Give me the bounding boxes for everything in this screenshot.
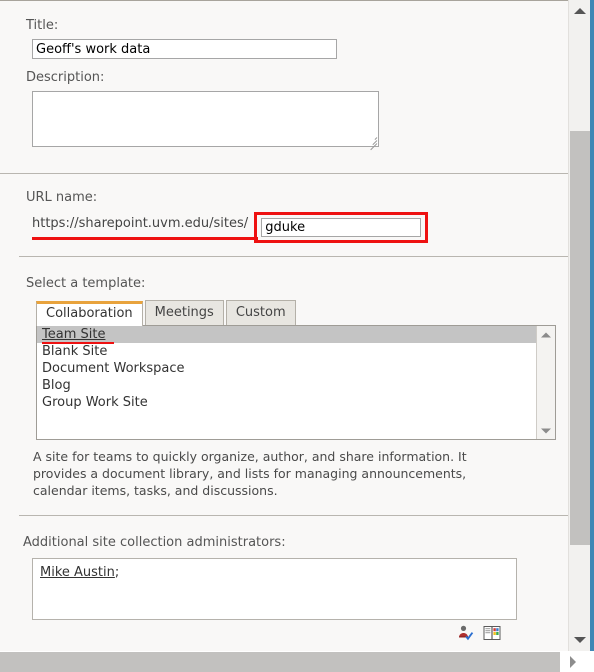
list-item-label: Group Work Site [42,395,148,410]
url-label: URL name: [26,190,98,205]
address-book-icon[interactable] [483,624,501,642]
title-description-section: Title: Description: [0,1,568,173]
description-label: Description: [26,70,105,85]
administrators-input[interactable]: Mike Austin; [32,558,517,620]
url-name-input[interactable] [261,218,422,237]
scroll-right-arrow-icon[interactable] [562,652,584,672]
select-template-label: Select a template: [26,276,146,291]
url-section: URL name: https://sharepoint.uvm.edu/sit… [0,174,568,256]
url-row: https://sharepoint.uvm.edu/sites/ [0,212,568,243]
page-vertical-scrollbar[interactable] [568,0,590,651]
triangle-up-icon[interactable] [537,326,555,343]
list-item-blank-site[interactable]: Blank Site [37,343,536,360]
tab-meetings[interactable]: Meetings [144,300,224,325]
horizontal-scrollbar-thumb[interactable] [0,652,560,672]
list-item-document-workspace[interactable]: Document Workspace [37,360,536,377]
check-names-icon[interactable] [457,624,475,642]
page-horizontal-scrollbar[interactable] [0,651,594,672]
window-right-edge [590,0,594,651]
description-wrapper [0,86,379,151]
url-input-highlight-box [254,212,429,243]
list-item-label: Document Workspace [42,361,185,376]
template-description-text: A site for teams to quickly organize, au… [33,449,467,498]
site-creation-form-page: Title: Description: URL name: https://sh… [0,0,594,672]
list-item-label: Blog [42,378,71,393]
tab-custom[interactable]: Custom [225,300,296,325]
template-tab-bar: Collaboration Meetings Custom [36,300,568,326]
administrators-section: Additional site collection administrator… [0,516,568,642]
list-item-label: Blank Site [42,344,108,359]
scroll-up-arrow-icon[interactable] [569,0,590,22]
scrollbar-corner [584,651,594,672]
administrators-label: Additional site collection administrator… [23,535,286,550]
template-option-list: Team Site Blank Site Document Workspace … [37,326,536,439]
administrators-picker: Mike Austin; [32,558,517,642]
list-item-group-work-site[interactable]: Group Work Site [37,394,536,411]
list-item-blog[interactable]: Blog [37,377,536,394]
vertical-scrollbar-thumb[interactable] [570,131,590,545]
triangle-down-icon[interactable] [537,422,555,439]
people-picker-toolbar [32,620,517,642]
url-prefix-highlight-underline [32,237,258,240]
template-section: Select a template: Collaboration Meeting… [0,257,568,515]
description-textarea[interactable] [32,91,379,147]
list-item-team-site[interactable]: Team Site [37,326,536,344]
person-separator: ; [114,565,120,580]
template-listbox-scrollbar[interactable] [536,326,555,439]
scroll-down-arrow-icon[interactable] [569,629,590,651]
resolved-person-name: Mike Austin [40,565,115,580]
url-prefix-text: https://sharepoint.uvm.edu/sites/ [32,216,249,231]
template-listbox[interactable]: Team Site Blank Site Document Workspace … [36,325,556,440]
tab-collaboration[interactable]: Collaboration [36,301,143,326]
title-label: Title: [26,18,59,33]
form-content-area: Title: Description: URL name: https://sh… [0,0,568,651]
list-item-label: Team Site [42,327,106,342]
title-input[interactable] [32,39,337,59]
